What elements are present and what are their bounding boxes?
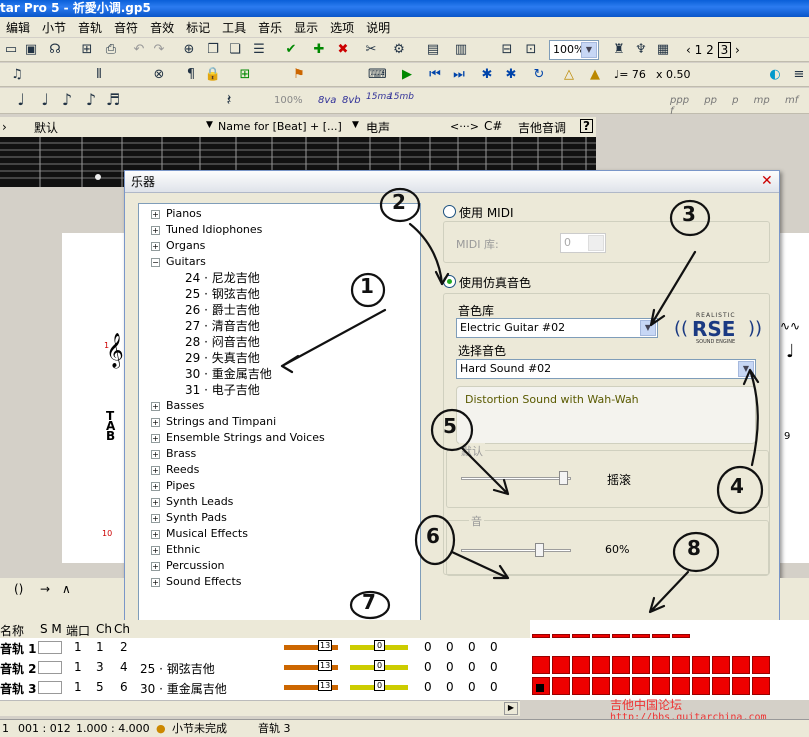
bar-cell[interactable] <box>712 677 730 695</box>
watermark-title: 吉他中国论坛 <box>610 698 683 712</box>
effect-value: 0 <box>468 660 476 674</box>
bar-cell[interactable] <box>592 656 610 674</box>
track-name: 音轨 1 <box>0 642 37 656</box>
track-channel-2: 2 <box>120 640 128 654</box>
status-bar: 1 001 : 012 1.000 : 4.000 ● 小节未完成 音轨 3 <box>0 719 809 737</box>
volume-value: 13 <box>318 680 333 691</box>
status-track: 音轨 3 <box>258 722 291 735</box>
col-name: 名称 <box>0 624 25 638</box>
track-channel-2: 6 <box>120 680 128 694</box>
bar-cell[interactable] <box>692 656 710 674</box>
edit-strip-right <box>780 578 809 620</box>
bar-cell[interactable] <box>612 677 630 695</box>
track-timeline[interactable] <box>530 620 809 700</box>
bar-cell[interactable] <box>752 677 770 695</box>
track-port: 1 <box>74 680 82 694</box>
track-instrument: 25 · 钢弦吉他 <box>140 662 215 676</box>
track-name: 音轨 3 <box>0 682 37 696</box>
edit-strip: () → ∧ <box>0 578 124 620</box>
bar-cell[interactable] <box>592 677 610 695</box>
bar-cell[interactable] <box>732 677 750 695</box>
solo-mute-toggle[interactable] <box>38 641 62 654</box>
horizontal-scrollbar[interactable]: ▶ <box>0 700 520 716</box>
effect-value: 0 <box>490 660 498 674</box>
bar-cell[interactable] <box>572 677 590 695</box>
pan-value: 0 <box>374 640 386 651</box>
track-channel: 5 <box>96 680 104 694</box>
status-time: 1.000 : 4.000 <box>76 722 150 735</box>
col-ch2: Ch <box>114 622 130 636</box>
annotation-3: 3 <box>682 202 696 226</box>
effect-value: 0 <box>424 640 432 654</box>
track-channel-2: 4 <box>120 660 128 674</box>
annotation-5: 5 <box>443 414 457 438</box>
effect-value: 0 <box>446 660 454 674</box>
col-ch: Ch <box>96 622 112 636</box>
bar-cell[interactable] <box>712 656 730 674</box>
solo-mute-toggle[interactable] <box>38 661 62 674</box>
bar-cell[interactable] <box>632 656 650 674</box>
track-name: 音轨 2 <box>0 662 37 676</box>
effect-value: 0 <box>446 640 454 654</box>
pan-value: 0 <box>374 680 386 691</box>
bar-cell[interactable] <box>532 656 550 674</box>
bar-cell[interactable] <box>552 677 570 695</box>
track-header: 名称 S M 端口 Ch Ch <box>0 620 530 638</box>
bar-cell[interactable] <box>552 656 570 674</box>
bar-cell[interactable] <box>652 656 670 674</box>
warning-icon: ● <box>156 722 166 735</box>
arrow-right-icon[interactable]: → <box>40 582 50 596</box>
scroll-right-icon[interactable]: ▶ <box>504 702 518 715</box>
bar-cell[interactable] <box>592 634 610 638</box>
bar-cell[interactable] <box>612 634 630 638</box>
bar-cell[interactable] <box>632 634 650 638</box>
effect-value: 0 <box>446 680 454 694</box>
bar-cell[interactable] <box>572 656 590 674</box>
track-channel: 3 <box>96 660 104 674</box>
status-page: 1 <box>2 722 9 735</box>
effect-value: 0 <box>468 680 476 694</box>
annotation-4: 4 <box>730 474 744 498</box>
effect-value: 0 <box>490 640 498 654</box>
annotation-7: 7 <box>362 590 376 614</box>
status-bar-pos: 001 : 012 <box>18 722 71 735</box>
track-instrument: 30 · 重金属吉他 <box>140 682 227 696</box>
accent-icon[interactable]: ∧ <box>62 582 71 596</box>
effect-value: 0 <box>424 680 432 694</box>
bar-cell[interactable] <box>572 634 590 638</box>
bar-cell[interactable] <box>692 677 710 695</box>
annotation-1: 1 <box>360 274 374 298</box>
bar-cell[interactable] <box>652 634 670 638</box>
pan-value: 0 <box>374 660 386 671</box>
volume-value: 13 <box>318 660 333 671</box>
col-sm: S M <box>40 622 62 636</box>
bar-cell[interactable] <box>632 677 650 695</box>
track-channel: 1 <box>96 640 104 654</box>
effect-value: 0 <box>490 680 498 694</box>
track-port: 1 <box>74 660 82 674</box>
status-bar-incomplete: 小节未完成 <box>172 722 227 735</box>
bar-cell[interactable] <box>752 656 770 674</box>
effect-value: 0 <box>468 640 476 654</box>
bar-cell[interactable] <box>532 634 550 638</box>
bar-cell[interactable] <box>672 677 690 695</box>
bar-cell[interactable] <box>732 656 750 674</box>
bar-cell[interactable] <box>652 677 670 695</box>
cursor-marker <box>536 684 544 692</box>
solo-mute-toggle[interactable] <box>38 681 62 694</box>
effect-value: 0 <box>424 660 432 674</box>
annotation-6: 6 <box>426 524 440 548</box>
col-port: 端口 <box>66 624 91 638</box>
bracket-icon[interactable]: () <box>14 582 23 596</box>
annotation-2: 2 <box>392 190 406 214</box>
annotation-8: 8 <box>687 536 701 560</box>
track-list[interactable]: 音轨 1 1 1 2 13 0 0 0 0 0 音轨 2 1 3 4 25 · 钢弦吉他 13 0 0 0 0 0 音轨 … <box>0 638 530 700</box>
bar-cell[interactable] <box>552 634 570 638</box>
bar-cell[interactable] <box>672 634 690 638</box>
bar-cell[interactable] <box>672 656 690 674</box>
bar-cell[interactable] <box>612 656 630 674</box>
track-port: 1 <box>74 640 82 654</box>
volume-value: 13 <box>318 640 333 651</box>
